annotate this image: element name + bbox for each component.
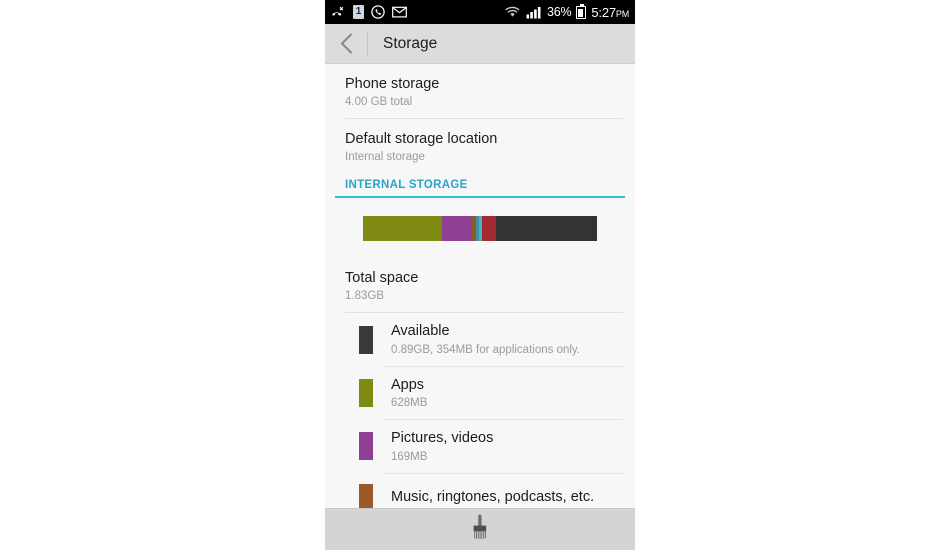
storage-item-title: Music, ringtones, podcasts, etc.	[391, 488, 595, 505]
battery-percent-label: 36%	[546, 5, 572, 19]
list-item-subtitle: 1.83GB	[345, 290, 384, 303]
list-item-phone-storage[interactable]: Phone storage 4.00 GB total	[325, 64, 635, 119]
section-header-internal-storage: INTERNAL STORAGE	[345, 179, 468, 192]
settings-list: Phone storage 4.00 GB total Default stor…	[325, 64, 635, 522]
back-chevron-icon	[340, 33, 352, 54]
list-item-subtitle: 4.00 GB total	[345, 96, 413, 109]
storage-item-row[interactable]: Pictures, videos 169MB	[325, 420, 635, 472]
clock-label: 5:27PM	[591, 5, 629, 20]
clock-ampm: PM	[615, 8, 629, 19]
page-title: Storage	[383, 34, 438, 52]
battery-icon	[576, 3, 587, 19]
brush-stamp-icon[interactable]	[469, 514, 491, 545]
status-bar: 1 36% 5:27PM	[325, 0, 635, 24]
list-item-total-space[interactable]: Total space 1.83GB	[325, 258, 635, 313]
storage-item-subtitle: 0.89GB, 354MB for applications only.	[391, 343, 581, 356]
storage-item-subtitle: 628MB	[391, 397, 428, 410]
missed-call-icon	[331, 6, 346, 19]
storage-item-row[interactable]: Apps 628MB	[325, 367, 635, 419]
storage-item-title: Available	[391, 323, 450, 340]
storage-item-subtitle: 169MB	[391, 450, 428, 463]
notification-badge-icon: 1	[353, 5, 364, 19]
storage-item-text: Pictures, videos 169MB	[373, 430, 493, 462]
usage-segment-pictures-videos	[442, 216, 471, 242]
status-bar-notifications: 1	[331, 5, 504, 19]
screenshot-canvas: 1 36% 5:27PM Storage Phone storage 4.00 …	[0, 0, 950, 550]
usage-segment-apps	[362, 216, 443, 242]
wifi-icon	[504, 6, 521, 19]
storage-item-text: Apps 628MB	[373, 377, 427, 409]
gmail-icon	[392, 6, 407, 18]
usage-segment-available	[496, 216, 598, 242]
storage-color-swatch	[359, 432, 373, 461]
storage-item-text: Available 0.89GB, 354MB for applications …	[373, 323, 580, 355]
phone-screen: 1 36% 5:27PM Storage Phone storage 4.00 …	[325, 0, 635, 550]
bottom-navigation-bar	[325, 508, 635, 550]
list-item-title: Phone storage	[345, 76, 440, 92]
list-item-subtitle: Internal storage	[345, 151, 425, 164]
storage-usage-bar	[362, 216, 598, 242]
storage-item-row[interactable]: Available 0.89GB, 354MB for applications …	[325, 313, 635, 365]
storage-item-text: Music, ringtones, podcasts, etc.	[373, 489, 594, 506]
storage-item-title: Apps	[391, 376, 425, 393]
storage-breakdown-list: Available 0.89GB, 354MB for applications …	[325, 313, 635, 521]
action-bar: Storage	[325, 24, 635, 64]
notification-badge-count: 1	[355, 6, 362, 17]
storage-item-title: Pictures, videos	[391, 430, 494, 447]
usage-segment-misc	[482, 216, 497, 242]
list-item-title: Default storage location	[345, 131, 498, 148]
storage-color-swatch	[359, 378, 373, 407]
storage-usage-bar-container	[325, 198, 635, 258]
list-item-default-storage-location[interactable]: Default storage location Internal storag…	[325, 119, 635, 174]
status-bar-system: 36% 5:27PM	[504, 3, 629, 20]
clock-time: 5:27	[591, 4, 616, 20]
storage-color-swatch	[359, 325, 373, 354]
whatsapp-icon	[371, 5, 385, 19]
signal-icon	[526, 6, 542, 19]
list-item-title: Total space	[345, 270, 419, 287]
back-button[interactable]	[325, 24, 367, 64]
